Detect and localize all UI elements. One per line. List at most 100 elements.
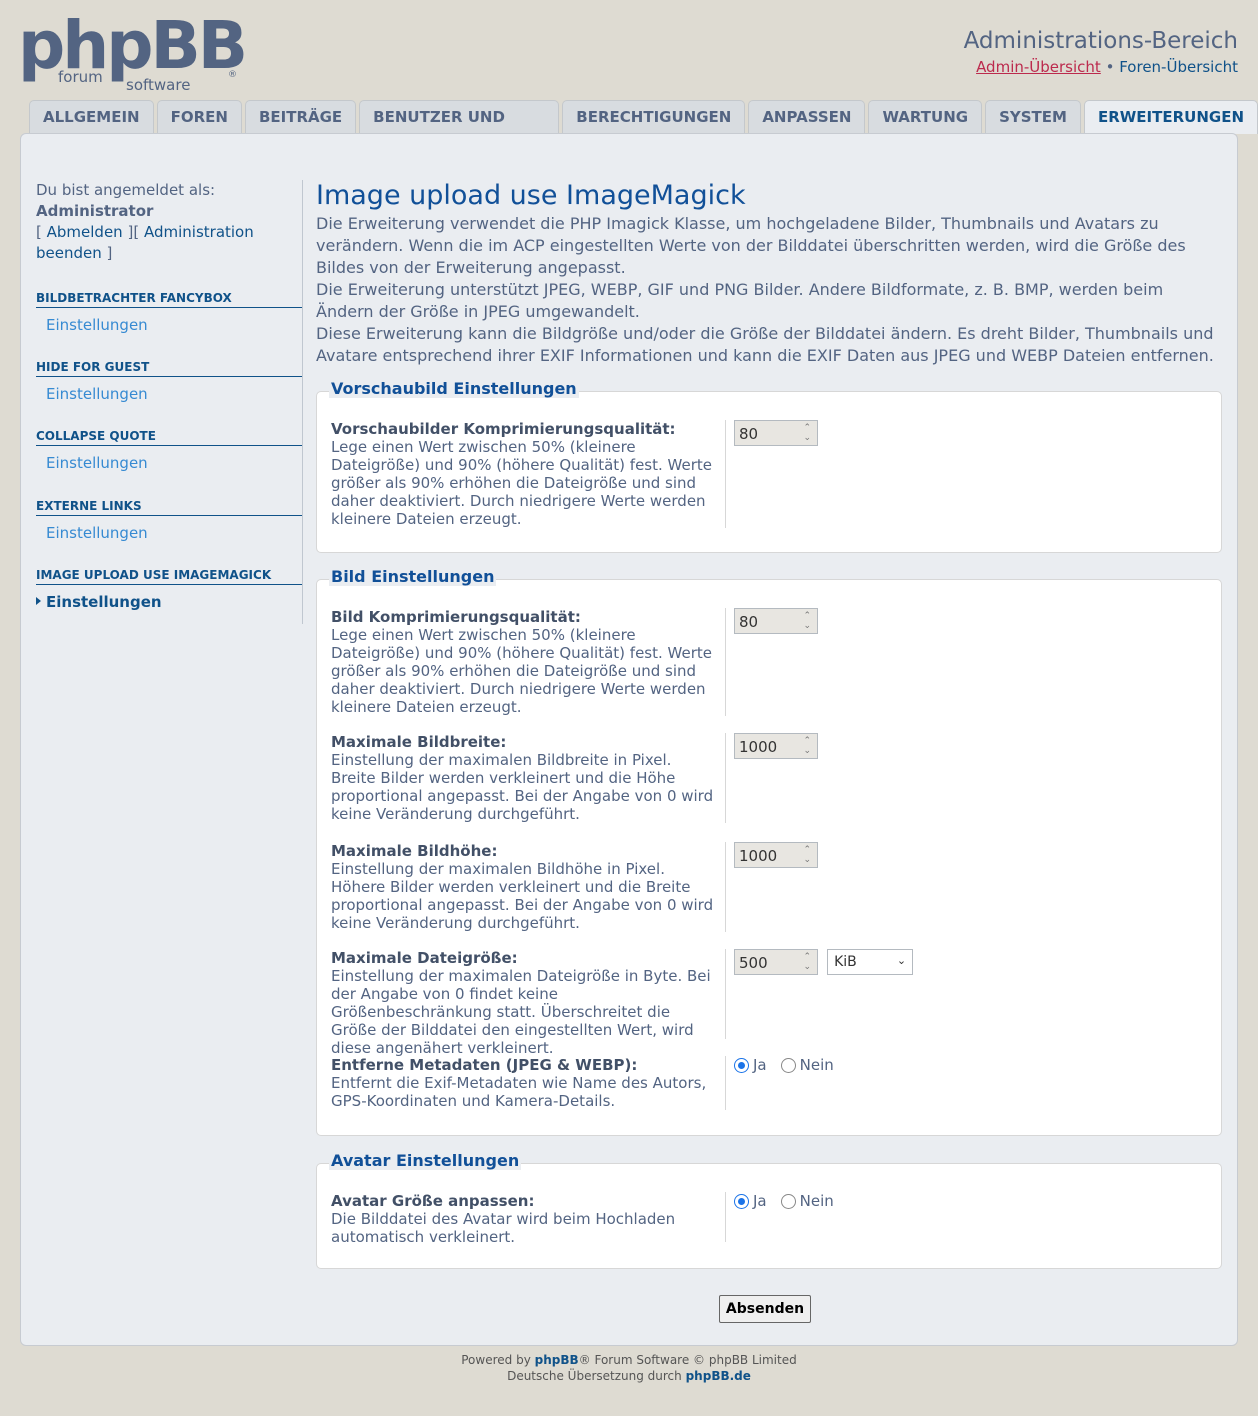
footer-translation-prefix: Deutsche Übersetzung durch [507, 1369, 682, 1383]
max-width-value-col: 1000 ⌃ ⌄ [734, 733, 818, 759]
main-tabs: ALLGEMEIN FOREN BEITRÄGE BENUTZER UND GR… [29, 100, 1258, 159]
spinner-icon[interactable]: ⌃ ⌄ [803, 952, 811, 972]
remove-metadata-yes-option[interactable]: Ja [734, 1056, 767, 1074]
spinner-icon[interactable]: ⌃ ⌄ [803, 423, 811, 443]
spinner-icon[interactable]: ⌃ ⌄ [803, 736, 811, 756]
top-links: Admin-Übersicht • Foren-Übersicht [976, 58, 1238, 76]
page-title: Image upload use ImageMagick [316, 180, 746, 211]
username: Administrator [36, 202, 154, 220]
sidebar-heading: EXTERNE LINKS [36, 499, 302, 516]
page-header-title: Administrations-Bereich [963, 28, 1238, 54]
avatar-resize-label-col: Avatar Größe anpassen: Die Bilddatei des… [331, 1192, 726, 1246]
bracket-open: [ [36, 223, 42, 241]
sidebar-block-external-links: EXTERNE LINKS Einstellungen [36, 499, 302, 543]
sidebar-item-external-links-settings[interactable]: Einstellungen [36, 523, 302, 543]
intro-paragraph-2: Die Erweiterung unterstützt JPEG, WEBP, … [316, 280, 1164, 321]
tab-maintenance[interactable]: WARTUNG [868, 100, 983, 133]
footer-powered: Powered by phpBB® Forum Software © phpBB… [0, 1352, 1258, 1368]
image-settings-fieldset: Bild Einstellungen Bild Komprimierungsqu… [316, 568, 1222, 1136]
max-width-label-col: Maximale Bildbreite: Einstellung der max… [331, 733, 726, 823]
footer-phpbb-link[interactable]: phpBB [535, 1353, 579, 1367]
sidebar-heading: BILDBETRACHTER FANCYBOX [36, 291, 302, 308]
sidebar-heading: HIDE FOR GUEST [36, 360, 302, 377]
footer-phpbb-de-link[interactable]: phpBB.de [686, 1369, 751, 1383]
sidebar-divider [302, 180, 303, 624]
max-height-label: Maximale Bildhöhe: [331, 842, 498, 860]
logout-link[interactable]: Abmelden [47, 223, 123, 241]
footer-translation: Deutsche Übersetzung durch phpBB.de [0, 1368, 1258, 1384]
max-height-input[interactable]: 1000 ⌃ ⌄ [734, 842, 818, 868]
image-quality-label: Bild Komprimierungsqualität: [331, 608, 581, 626]
login-info: Du bist angemeldet als: Administrator [ … [36, 180, 302, 264]
radio-yes-label: Ja [753, 1056, 767, 1074]
avatar-resize-value-col: Ja Nein [734, 1192, 834, 1210]
bracket-mid: ][ [127, 223, 140, 241]
forum-overview-link[interactable]: Foren-Übersicht [1119, 58, 1238, 76]
radio-no-label: Nein [799, 1192, 834, 1210]
logged-in-as-label: Du bist angemeldet als: [36, 181, 216, 199]
footer-powered-prefix: Powered by [461, 1353, 531, 1367]
logo-wordmark: phpBB [18, 7, 248, 84]
link-separator: • [1105, 58, 1115, 76]
image-quality-explain: Lege einen Wert zwischen 50% (kleinere D… [331, 626, 712, 716]
remove-metadata-label-col: Entferne Metadaten (JPEG & WEBP): Entfer… [331, 1056, 726, 1110]
remove-metadata-label: Entferne Metadaten (JPEG & WEBP): [331, 1056, 638, 1074]
image-quality-value: 80 [739, 613, 759, 631]
avatar-resize-yes-option[interactable]: Ja [734, 1192, 767, 1210]
sidebar: Du bist angemeldet als: Administrator [ … [36, 180, 302, 612]
tab-posts[interactable]: BEITRÄGE [244, 100, 357, 133]
image-quality-label-col: Bild Komprimierungsqualität: Lege einen … [331, 608, 726, 716]
radio-no[interactable] [780, 1194, 796, 1209]
remove-metadata-no-option[interactable]: Nein [780, 1056, 834, 1074]
tab-system[interactable]: SYSTEM [985, 100, 1081, 133]
max-filesize-label: Maximale Dateigröße: [331, 949, 518, 967]
sidebar-block-fancybox: BILDBETRACHTER FANCYBOX Einstellungen [36, 291, 302, 335]
spinner-icon[interactable]: ⌃ ⌄ [803, 611, 811, 631]
image-quality-input[interactable]: 80 ⌃ ⌄ [734, 608, 818, 634]
thumbnail-settings-fieldset: Vorschaubild Einstellungen Vorschaubilde… [316, 380, 1222, 553]
max-filesize-value-col: 500 ⌃ ⌄ KiB ⌄ [734, 949, 914, 975]
avatar-resize-label: Avatar Größe anpassen: [331, 1192, 535, 1210]
thumb-quality-explain: Lege einen Wert zwischen 50% (kleinere D… [331, 438, 712, 528]
avatar-resize-explain: Die Bilddatei des Avatar wird beim Hochl… [331, 1210, 676, 1246]
tab-general[interactable]: ALLGEMEIN [29, 100, 154, 133]
thumb-quality-label-col: Vorschaubilder Komprimierungsqualität: L… [331, 420, 726, 528]
main-content: Image upload use ImageMagick Die Erweite… [316, 180, 1222, 367]
avatar-resize-no-option[interactable]: Nein [780, 1192, 834, 1210]
tab-permissions[interactable]: BERECHTIGUNGEN [562, 100, 746, 133]
filesize-unit-select[interactable]: KiB ⌄ [827, 949, 914, 975]
tab-forums[interactable]: FOREN [156, 100, 242, 133]
submit-button[interactable]: Absenden [719, 1295, 811, 1323]
radio-yes[interactable] [734, 1058, 749, 1073]
tab-extensions[interactable]: ERWEITERUNGEN [1083, 100, 1258, 134]
spinner-icon[interactable]: ⌃ ⌄ [803, 845, 811, 865]
chevron-down-icon: ⌄ [896, 954, 907, 967]
remove-metadata-explain: Entfernt die Exif-Metadaten wie Name des… [331, 1074, 707, 1110]
avatar-resize-radio-group: Ja Nein [734, 1192, 834, 1210]
logo-software-text: software [126, 76, 191, 94]
sidebar-item-fancybox-settings[interactable]: Einstellungen [36, 315, 302, 335]
max-width-label: Maximale Bildbreite: [331, 733, 507, 751]
sidebar-item-imagemagick-settings[interactable]: Einstellungen [36, 592, 302, 612]
phpbb-logo[interactable]: phpBB forum software ® [18, 10, 248, 95]
bracket-close: ] [106, 244, 113, 262]
max-height-explain: Einstellung der maximalen Bildhöhe in Pi… [331, 860, 714, 932]
sidebar-heading: IMAGE UPLOAD USE IMAGEMAGICK [36, 568, 302, 585]
thumb-quality-input[interactable]: 80 ⌃ ⌄ [734, 420, 818, 446]
tab-customise[interactable]: ANPASSEN [748, 100, 866, 133]
radio-yes-label: Ja [753, 1192, 767, 1210]
radio-no[interactable] [780, 1058, 796, 1073]
logo-forum-text: forum [58, 68, 103, 86]
sidebar-item-collapse-quote-settings[interactable]: Einstellungen [36, 453, 302, 473]
max-filesize-value: 500 [739, 954, 768, 972]
image-quality-value-col: 80 ⌃ ⌄ [734, 608, 818, 634]
admin-overview-link[interactable]: Admin-Übersicht [976, 58, 1101, 76]
max-width-explain: Einstellung der maximalen Bildbreite in … [331, 751, 714, 823]
sidebar-item-hide-guest-settings[interactable]: Einstellungen [36, 384, 302, 404]
max-width-input[interactable]: 1000 ⌃ ⌄ [734, 733, 818, 759]
footer-powered-suffix: ® Forum Software © phpBB Limited [578, 1353, 797, 1367]
tab-users-groups[interactable]: BENUTZER UND GRUPPEN [359, 100, 560, 159]
max-filesize-input[interactable]: 500 ⌃ ⌄ [734, 949, 818, 975]
avatar-settings-fieldset: Avatar Einstellungen Avatar Größe anpass… [316, 1152, 1222, 1269]
radio-yes[interactable] [734, 1194, 749, 1209]
